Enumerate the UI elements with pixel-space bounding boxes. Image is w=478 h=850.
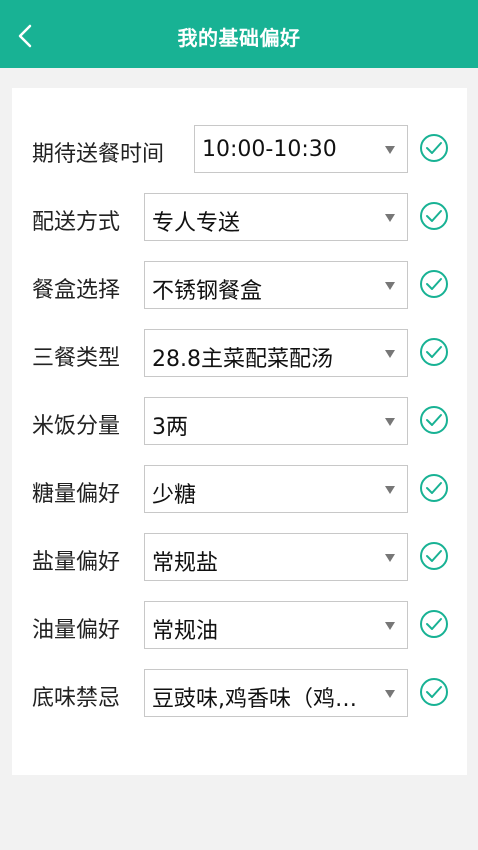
- pref-row-flavor-taboo: 底味禁忌 豆豉味,鸡香味（鸡…: [12, 669, 467, 719]
- page-title: 我的基础偏好: [177, 26, 301, 50]
- pref-label: 期待送餐时间: [32, 142, 165, 167]
- pref-row-oil: 油量偏好 常规油: [12, 601, 467, 651]
- select-value: 28.8主菜配菜配汤: [152, 347, 333, 372]
- check-circle-icon[interactable]: [419, 269, 449, 299]
- triangle-down-icon: [385, 622, 395, 630]
- pref-row-salt: 盐量偏好 常规盐: [12, 533, 467, 583]
- app-header: 我的基础偏好: [0, 0, 478, 68]
- pref-label: 餐盒选择: [32, 278, 121, 303]
- check-circle-icon[interactable]: [419, 609, 449, 639]
- pref-label: 米饭分量: [32, 414, 121, 439]
- check-circle-icon[interactable]: [419, 541, 449, 571]
- triangle-down-icon: [385, 554, 395, 562]
- check-circle-icon[interactable]: [419, 133, 449, 163]
- check-circle-icon[interactable]: [419, 405, 449, 435]
- check-circle-icon[interactable]: [419, 473, 449, 503]
- pref-row-meal-type: 三餐类型 28.8主菜配菜配汤: [12, 329, 467, 379]
- pref-label: 三餐类型: [32, 346, 121, 371]
- pref-label: 油量偏好: [32, 618, 121, 643]
- triangle-down-icon: [385, 214, 395, 222]
- pref-row-lunchbox: 餐盒选择 不锈钢餐盒: [12, 261, 467, 311]
- triangle-down-icon: [385, 282, 395, 290]
- select-value: 10:00-10:30: [202, 137, 337, 162]
- select-value: 豆豉味,鸡香味（鸡…: [152, 687, 357, 712]
- select-value: 少糖: [152, 483, 197, 508]
- triangle-down-icon: [385, 486, 395, 494]
- select-value: 不锈钢餐盒: [152, 279, 263, 304]
- pref-label: 配送方式: [32, 210, 121, 235]
- oil-select[interactable]: 常规油: [144, 601, 408, 649]
- triangle-down-icon: [385, 350, 395, 358]
- lunchbox-select[interactable]: 不锈钢餐盒: [144, 261, 408, 309]
- pref-label: 糖量偏好: [32, 482, 121, 507]
- triangle-down-icon: [385, 418, 395, 426]
- check-circle-icon[interactable]: [419, 201, 449, 231]
- triangle-down-icon: [385, 690, 395, 698]
- pref-row-delivery-method: 配送方式 专人专送: [12, 193, 467, 243]
- pref-row-delivery-time: 期待送餐时间 10:00-10:30: [12, 125, 467, 175]
- preferences-card: 期待送餐时间 10:00-10:30 配送方式 专人专送 餐盒选择 不锈钢餐盒: [12, 88, 467, 775]
- pref-label: 盐量偏好: [32, 550, 121, 575]
- rice-portion-select[interactable]: 3两: [144, 397, 408, 445]
- select-value: 常规油: [152, 619, 219, 644]
- select-value: 3两: [152, 415, 188, 440]
- flavor-taboo-select[interactable]: 豆豉味,鸡香味（鸡…: [144, 669, 408, 717]
- triangle-down-icon: [385, 146, 395, 154]
- sugar-select[interactable]: 少糖: [144, 465, 408, 513]
- check-circle-icon[interactable]: [419, 677, 449, 707]
- select-value: 常规盐: [152, 551, 219, 576]
- pref-row-rice-portion: 米饭分量 3两: [12, 397, 467, 447]
- meal-type-select[interactable]: 28.8主菜配菜配汤: [144, 329, 408, 377]
- pref-label: 底味禁忌: [32, 686, 121, 711]
- check-circle-icon[interactable]: [419, 337, 449, 367]
- salt-select[interactable]: 常规盐: [144, 533, 408, 581]
- delivery-time-select[interactable]: 10:00-10:30: [194, 125, 408, 173]
- pref-row-sugar: 糖量偏好 少糖: [12, 465, 467, 515]
- delivery-method-select[interactable]: 专人专送: [144, 193, 408, 241]
- select-value: 专人专送: [152, 211, 241, 236]
